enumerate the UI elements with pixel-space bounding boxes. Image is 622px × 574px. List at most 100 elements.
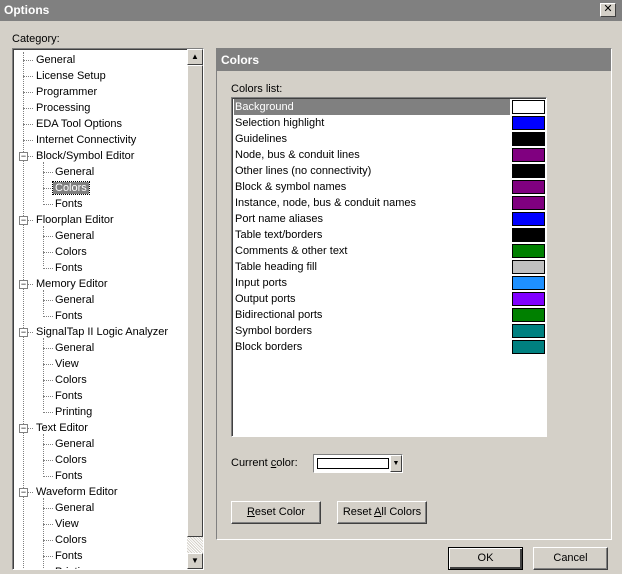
tree-category[interactable]: EDA Tool Options bbox=[34, 116, 124, 132]
tree-branch-line bbox=[43, 508, 53, 509]
color-item-name: Comments & other text bbox=[235, 245, 348, 257]
tree-category[interactable]: Programmer bbox=[34, 84, 99, 100]
color-list-item[interactable]: Selection highlight bbox=[234, 115, 546, 131]
category-tree-items: General License Setup Programmer Processing… bbox=[13, 49, 187, 569]
tree-category[interactable]: Floorplan Editor bbox=[34, 212, 116, 228]
tree-child-line bbox=[43, 226, 44, 266]
cancel-button[interactable]: Cancel bbox=[533, 547, 608, 570]
scroll-down-icon[interactable]: ▼ bbox=[187, 553, 203, 569]
color-item-name: Instance, node, bus & conduit names bbox=[235, 197, 417, 209]
colors-list[interactable]: Background Selection highlight Guidelines N… bbox=[231, 97, 547, 437]
chevron-down-icon[interactable]: ▼ bbox=[390, 455, 402, 472]
tree-subcategory[interactable]: General bbox=[53, 500, 96, 516]
tree-subcategory[interactable]: View bbox=[53, 356, 81, 372]
tree-branch-line bbox=[43, 364, 53, 365]
tree-item-label: Fonts bbox=[55, 550, 83, 562]
tree-subcategory[interactable]: General bbox=[53, 340, 96, 356]
tree-branch-line bbox=[43, 380, 53, 381]
color-item-name: Block borders bbox=[235, 341, 303, 353]
tree-item-label: General bbox=[55, 166, 95, 178]
color-list-item[interactable]: Background bbox=[234, 99, 546, 115]
collapse-icon[interactable]: − bbox=[19, 152, 28, 161]
tree-branch-line bbox=[43, 444, 53, 445]
tree-subcategory[interactable]: General bbox=[53, 436, 96, 452]
color-item-name: Table text/borders bbox=[235, 229, 323, 241]
tree-subcategory[interactable]: Printing bbox=[53, 564, 94, 569]
color-list-item[interactable]: Other lines (no connectivity) bbox=[234, 163, 546, 179]
color-swatch bbox=[512, 100, 545, 114]
tree-subcategory[interactable]: Colors bbox=[53, 532, 89, 548]
reset-color-button[interactable]: Reset Color bbox=[231, 501, 321, 524]
tree-item-label: View bbox=[55, 358, 79, 370]
tree-branch-line bbox=[23, 92, 33, 93]
tree-category[interactable]: Text Editor bbox=[34, 420, 90, 436]
tree-branch-line bbox=[43, 236, 53, 237]
collapse-icon[interactable]: − bbox=[19, 280, 28, 289]
color-list-item[interactable]: Block & symbol names bbox=[234, 179, 546, 195]
collapse-icon[interactable]: − bbox=[19, 488, 28, 497]
tree-subcategory[interactable]: Fonts bbox=[53, 388, 85, 404]
tree-scrollbar[interactable]: ▲ ▼ bbox=[187, 49, 203, 569]
color-list-item[interactable]: Guidelines bbox=[234, 131, 546, 147]
color-list-item[interactable]: Node, bus & conduit lines bbox=[234, 147, 546, 163]
color-list-item[interactable]: Input ports bbox=[234, 275, 546, 291]
color-list-item[interactable]: Output ports bbox=[234, 291, 546, 307]
color-list-item[interactable]: Table heading fill bbox=[234, 259, 546, 275]
ok-button[interactable]: OK bbox=[448, 547, 523, 570]
tree-branch-line bbox=[43, 476, 53, 477]
color-swatch bbox=[512, 180, 545, 194]
color-swatch bbox=[512, 276, 545, 290]
scroll-up-icon[interactable]: ▲ bbox=[187, 49, 203, 65]
tree-category[interactable]: License Setup bbox=[34, 68, 108, 84]
tree-item-label: General bbox=[55, 438, 95, 450]
current-color-dropdown[interactable]: ▼ bbox=[313, 454, 403, 473]
collapse-icon[interactable]: − bbox=[19, 216, 28, 225]
color-list-item[interactable]: Symbol borders bbox=[234, 323, 546, 339]
tree-category[interactable]: Waveform Editor bbox=[34, 484, 120, 500]
tree-category[interactable]: Memory Editor bbox=[34, 276, 110, 292]
color-list-item[interactable]: Comments & other text bbox=[234, 243, 546, 259]
color-list-item[interactable]: Block borders bbox=[234, 339, 546, 355]
collapse-icon[interactable]: − bbox=[19, 424, 28, 433]
close-icon[interactable]: ✕ bbox=[600, 3, 616, 17]
color-list-item[interactable]: Port name aliases bbox=[234, 211, 546, 227]
color-list-item[interactable]: Table text/borders bbox=[234, 227, 546, 243]
collapse-icon[interactable]: − bbox=[19, 328, 28, 337]
tree-child-line bbox=[43, 434, 44, 474]
tree-subcategory[interactable]: General bbox=[53, 228, 96, 244]
tree-item-label: Colors bbox=[55, 454, 87, 466]
tree-branch-line bbox=[43, 300, 53, 301]
tree-subcategory[interactable]: Colors bbox=[52, 180, 90, 196]
tree-subcategory[interactable]: General bbox=[53, 292, 96, 308]
color-swatch bbox=[512, 340, 545, 354]
tree-subcategory[interactable]: Fonts bbox=[53, 308, 85, 324]
color-swatch bbox=[512, 212, 545, 226]
color-swatch bbox=[512, 308, 545, 322]
tree-category[interactable]: SignalTap II Logic Analyzer bbox=[34, 324, 170, 340]
tree-subcategory[interactable]: Fonts bbox=[53, 468, 85, 484]
tree-item-label: Fonts bbox=[55, 198, 83, 210]
tree-subcategory[interactable]: Colors bbox=[53, 452, 89, 468]
color-list-item[interactable]: Instance, node, bus & conduit names bbox=[234, 195, 546, 211]
tree-subcategory[interactable]: Fonts bbox=[53, 260, 85, 276]
tree-category[interactable]: Block/Symbol Editor bbox=[34, 148, 136, 164]
tree-subcategory[interactable]: Fonts bbox=[53, 548, 85, 564]
scroll-thumb[interactable] bbox=[187, 65, 203, 537]
tree-item-label: Fonts bbox=[55, 390, 83, 402]
tree-subcategory[interactable]: View bbox=[53, 516, 81, 532]
color-item-name: Background bbox=[234, 99, 510, 115]
color-swatch bbox=[512, 292, 545, 306]
tree-category[interactable]: Processing bbox=[34, 100, 92, 116]
tree-subcategory[interactable]: Printing bbox=[53, 404, 94, 420]
tree-branch-line bbox=[43, 396, 53, 397]
tree-subcategory[interactable]: Colors bbox=[53, 372, 89, 388]
tree-item-label: Colors bbox=[55, 374, 87, 386]
tree-subcategory[interactable]: Colors bbox=[53, 244, 89, 260]
category-tree[interactable]: General License Setup Programmer Processing… bbox=[12, 48, 204, 570]
color-list-item[interactable]: Bidirectional ports bbox=[234, 307, 546, 323]
tree-subcategory[interactable]: General bbox=[53, 164, 96, 180]
tree-subcategory[interactable]: Fonts bbox=[53, 196, 85, 212]
reset-all-colors-button[interactable]: Reset All Colors bbox=[337, 501, 427, 524]
tree-category[interactable]: Internet Connectivity bbox=[34, 132, 138, 148]
tree-category[interactable]: General bbox=[34, 52, 77, 68]
